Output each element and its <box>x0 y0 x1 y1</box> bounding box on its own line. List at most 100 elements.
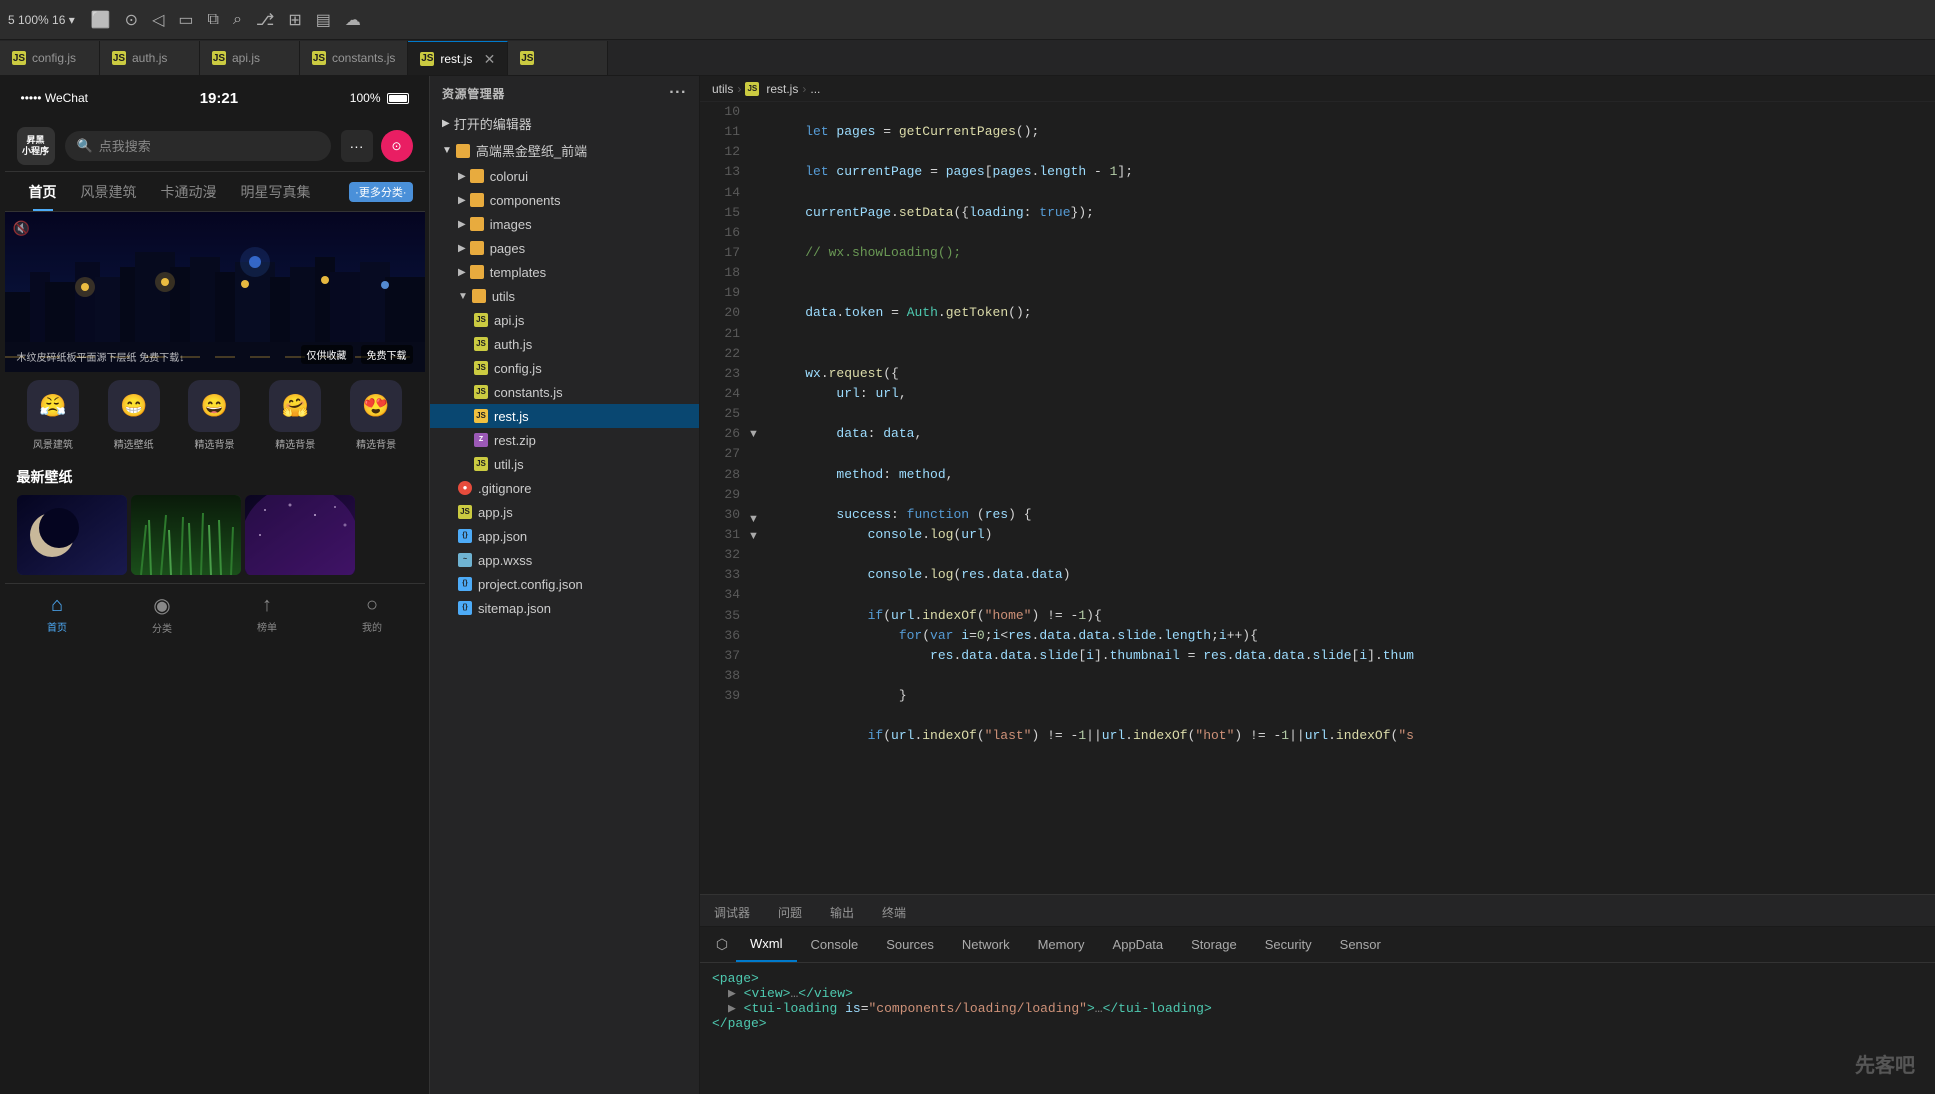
wechat-logo: 昇黑 小程序 <box>17 127 55 165</box>
tab-api[interactable]: JS api.js <box>200 41 300 75</box>
device-icon[interactable]: ⬜ <box>91 10 111 30</box>
components-label: components <box>490 193 561 208</box>
file-rest[interactable]: JS rest.js <box>430 404 699 428</box>
wechat-tab-home[interactable]: 首页 <box>17 172 69 211</box>
file-projectconfig[interactable]: {} project.config.json <box>430 572 699 596</box>
file-appjs[interactable]: JS app.js <box>430 500 699 524</box>
wechat-search[interactable]: 🔍 点我搜索 <box>65 131 331 161</box>
devtools-tab-sources[interactable]: Sources <box>872 927 948 962</box>
zoom-label[interactable]: 5 100% 16 ▾ <box>8 13 75 27</box>
folder-components[interactable]: ▶ components <box>430 188 699 212</box>
file-auth[interactable]: JS auth.js <box>430 332 699 356</box>
nav-item-profile[interactable]: ○ 我的 <box>320 594 425 634</box>
file-util[interactable]: JS util.js <box>430 452 699 476</box>
bottom-tab-terminal[interactable]: 终端 <box>868 898 920 926</box>
project-root-arrow: ▼ <box>442 145 452 156</box>
folder-images[interactable]: ▶ images <box>430 212 699 236</box>
wallpaper-item-2[interactable] <box>131 495 241 575</box>
nav-category-label: 分类 <box>152 620 172 635</box>
wechat-tab-stars[interactable]: 明星写真集 <box>229 172 323 211</box>
file-gitignore[interactable]: ● .gitignore <box>430 476 699 500</box>
nav-profile-label: 我的 <box>362 619 382 634</box>
branch-icon[interactable]: ⎇ <box>256 10 274 30</box>
icon-item-selected1[interactable]: 😁 精选壁纸 <box>97 380 170 451</box>
nav-item-home[interactable]: ⌂ 首页 <box>5 594 110 634</box>
phone-panel: ••••• WeChat 19:21 100% 昇黑 小程序 <box>0 76 430 1094</box>
devtools-tab-network[interactable]: Network <box>948 927 1024 962</box>
search-icon[interactable]: ⌕ <box>233 11 242 29</box>
util-js-icon: JS <box>474 457 488 471</box>
projectconfig-label: project.config.json <box>478 577 583 592</box>
devtools-tab-storage[interactable]: Storage <box>1177 927 1251 962</box>
pages-arrow: ▶ <box>458 243 466 254</box>
folder-pages[interactable]: ▶ pages <box>430 236 699 260</box>
bottom-tab-output[interactable]: 输出 <box>816 898 868 926</box>
battery-label: 100% <box>350 91 381 105</box>
tab-api-label: api.js <box>232 51 260 65</box>
tab-extra[interactable]: JS <box>508 41 608 75</box>
file-sitemap[interactable]: {} sitemap.json <box>430 596 699 620</box>
wechat-scan-btn[interactable]: ⊙ <box>381 130 413 162</box>
nav-item-category[interactable]: ◉ 分类 <box>110 593 215 635</box>
devtools-tab-security[interactable]: Security <box>1251 927 1326 962</box>
bottom-tab-debugger[interactable]: 调试器 <box>700 898 764 926</box>
file-appjson[interactable]: {} app.json <box>430 524 699 548</box>
utils-label: utils <box>492 289 515 304</box>
tab-auth[interactable]: JS auth.js <box>100 41 200 75</box>
auth-js-icon: JS <box>474 337 488 351</box>
tab-constants[interactable]: JS constants.js <box>300 41 408 75</box>
copy-icon[interactable]: ⧉ <box>208 11 219 29</box>
tab-config[interactable]: JS config.js <box>0 41 100 75</box>
devtools-tab-appdata[interactable]: AppData <box>1099 927 1178 962</box>
folder-colorui[interactable]: ▶ colorui <box>430 164 699 188</box>
file-constants[interactable]: JS constants.js <box>430 380 699 404</box>
tab-rest[interactable]: JS rest.js ✕ <box>408 41 508 75</box>
breadcrumb-sep2: › <box>802 82 806 96</box>
icon-item-landscape[interactable]: 😤 风景建筑 <box>17 380 90 451</box>
wechat-more-btn[interactable]: ·更多分类· <box>349 182 412 202</box>
cloud-icon[interactable]: ☁ <box>345 10 361 30</box>
file-config[interactable]: JS config.js <box>430 356 699 380</box>
record-icon[interactable]: ⊙ <box>125 10 138 30</box>
bottom-tabs: 调试器 问题 输出 终端 <box>700 895 1935 927</box>
wechat-statusbar: ••••• WeChat 19:21 100% <box>5 76 425 120</box>
project-root[interactable]: ▼ 高端黑金壁纸_前端 <box>430 137 699 164</box>
code-text[interactable]: let pages = getCurrentPages(); let curre… <box>766 102 1935 894</box>
icon-item-selected4[interactable]: 😍 精选背景 <box>340 380 413 451</box>
wechat-menu-btn[interactable]: ··· <box>341 130 373 162</box>
nav-home-label: 首页 <box>47 619 67 634</box>
wallpaper-item-1[interactable] <box>17 495 127 575</box>
xml-line-view[interactable]: ▶ <view>…</view> <box>712 986 1923 1001</box>
devtools-tab-sensor[interactable]: Sensor <box>1326 927 1395 962</box>
wechat-tab-cartoon[interactable]: 卡通动漫 <box>149 172 229 211</box>
file-api[interactable]: JS api.js <box>430 308 699 332</box>
file-rest-zip[interactable]: Z rest.zip <box>430 428 699 452</box>
open-editors-section[interactable]: ▶ 打开的编辑器 <box>430 110 699 137</box>
wechat-tab-landscape[interactable]: 风景建筑 <box>69 172 149 211</box>
breadcrumb-current: ... <box>810 82 820 96</box>
mute-icon[interactable]: ◁ <box>152 10 164 30</box>
nav-item-ranking[interactable]: ↑ 榜单 <box>215 594 320 634</box>
grid-icon[interactable]: ⊞ <box>288 10 301 30</box>
icon-selected1: 😁 <box>108 380 160 432</box>
colorui-icon <box>470 169 484 183</box>
code-editor[interactable]: 10 11 12 13 14 15 16 17 18 19 20 21 22 2… <box>700 102 1935 894</box>
devtools-inspect-icon[interactable]: ⬡ <box>708 931 736 959</box>
tab-close-icon[interactable]: ✕ <box>484 52 496 66</box>
devtools-tab-wxml[interactable]: Wxml <box>736 927 797 962</box>
bottom-tab-problems[interactable]: 问题 <box>764 898 816 926</box>
icon-item-selected3[interactable]: 🤗 精选背景 <box>259 380 332 451</box>
folder-templates[interactable]: ▶ templates <box>430 260 699 284</box>
layout-icon[interactable]: ▤ <box>316 10 331 30</box>
icon-item-selected2[interactable]: 😄 精选背景 <box>178 380 251 451</box>
tabs-bar: JS config.js JS auth.js JS api.js JS con… <box>0 40 1935 76</box>
xml-line-loading[interactable]: ▶ <tui-loading is="components/loading/lo… <box>712 1001 1923 1016</box>
devtools-tab-console[interactable]: Console <box>797 927 873 962</box>
file-appwxss[interactable]: ~ app.wxss <box>430 548 699 572</box>
folder-utils[interactable]: ▼ utils <box>430 284 699 308</box>
wallpaper-item-3[interactable] <box>245 495 355 575</box>
explorer-more-icon[interactable]: ··· <box>669 84 687 102</box>
devtools-tab-memory[interactable]: Memory <box>1024 927 1099 962</box>
screen-icon[interactable]: ▭ <box>178 10 193 30</box>
js-icon: JS <box>112 51 126 65</box>
